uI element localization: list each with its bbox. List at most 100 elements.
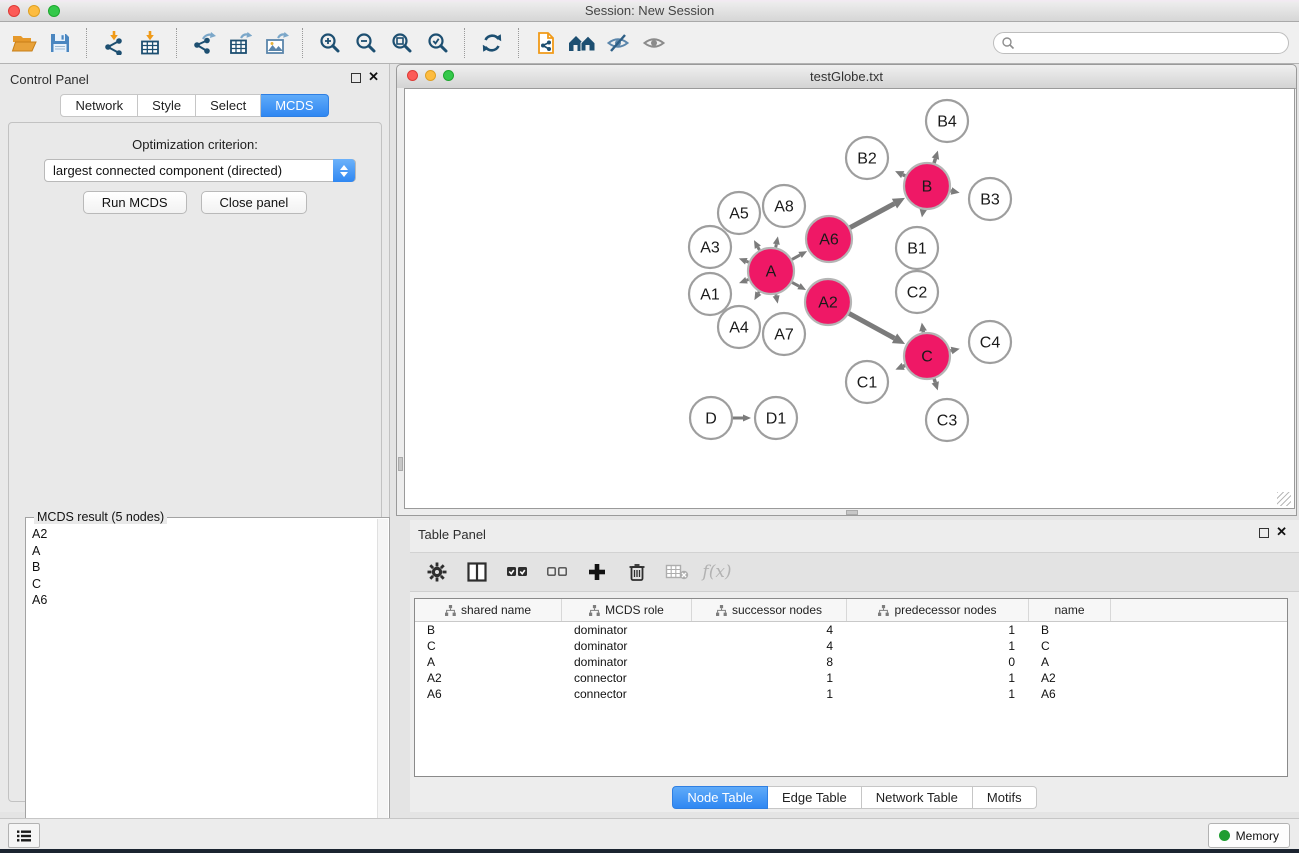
edge-A6-B[interactable] <box>850 204 894 228</box>
result-item[interactable]: A <box>27 543 377 560</box>
tab-network-table[interactable]: Network Table <box>862 786 973 809</box>
close-panel-button[interactable]: Close panel <box>201 191 308 214</box>
tab-select[interactable]: Select <box>196 94 261 117</box>
node-A2[interactable]: A2 <box>805 279 851 325</box>
refresh-icon[interactable] <box>474 26 510 60</box>
table-row[interactable]: A2connector11A2 <box>415 670 1287 686</box>
zoom-selected-icon[interactable] <box>420 26 456 60</box>
node-C4[interactable]: C4 <box>969 321 1011 363</box>
edge-A-A5[interactable] <box>758 247 760 250</box>
result-item[interactable]: A6 <box>27 592 377 609</box>
result-item[interactable]: B <box>27 559 377 576</box>
network-horizontal-scrollbar[interactable] <box>404 509 1295 515</box>
float-table-panel-icon[interactable] <box>1259 528 1269 538</box>
zoom-fit-icon[interactable] <box>384 26 420 60</box>
table-row[interactable]: Bdominator41B <box>415 622 1287 638</box>
memory-button[interactable]: Memory <box>1208 823 1290 848</box>
network-window-titlebar[interactable]: testGlobe.txt <box>397 65 1296 89</box>
gear-icon[interactable] <box>424 559 450 585</box>
column-header-MCDS-role[interactable]: MCDS role <box>562 599 692 621</box>
optimization-select[interactable]: largest connected component (directed) <box>44 159 356 182</box>
home-icon[interactable] <box>564 26 600 60</box>
export-table-icon[interactable] <box>222 26 258 60</box>
open-folder-icon[interactable] <box>6 26 42 60</box>
column-header-successor-nodes[interactable]: successor nodes <box>692 599 847 621</box>
node-A[interactable]: A <box>748 248 794 294</box>
edge-A-A2[interactable] <box>792 282 799 286</box>
show-panel-icon[interactable] <box>636 26 672 60</box>
result-item[interactable]: A2 <box>27 526 377 543</box>
add-column-icon[interactable] <box>584 559 610 585</box>
node-B3[interactable]: B3 <box>969 178 1011 220</box>
edge-A-A4[interactable] <box>758 292 759 293</box>
zoom-in-icon[interactable] <box>312 26 348 60</box>
column-header-shared-name[interactable]: shared name <box>415 599 562 621</box>
edge-A-A8[interactable] <box>776 244 777 247</box>
network-vertical-scrollbar[interactable] <box>397 88 404 509</box>
run-mcds-button[interactable]: Run MCDS <box>83 191 187 214</box>
node-B[interactable]: B <box>904 163 950 209</box>
task-history-button[interactable] <box>8 823 40 848</box>
column-header-predecessor-nodes[interactable]: predecessor nodes <box>847 599 1029 621</box>
tab-style[interactable]: Style <box>138 94 196 117</box>
show-columns-icon[interactable] <box>504 559 530 585</box>
node-B4[interactable]: B4 <box>926 100 968 142</box>
table-cell: 4 <box>692 638 847 654</box>
table-row[interactable]: A6connector11A6 <box>415 686 1287 702</box>
edge-A-A6[interactable] <box>792 255 800 259</box>
node-C[interactable]: C <box>904 333 950 379</box>
node-A1[interactable]: A1 <box>689 273 731 315</box>
resize-grip[interactable] <box>1277 492 1291 506</box>
tab-network[interactable]: Network <box>60 94 138 117</box>
edge-B-B4[interactable] <box>934 159 935 163</box>
columns-icon[interactable] <box>464 559 490 585</box>
result-scrollbar[interactable] <box>377 519 388 852</box>
import-table-icon[interactable] <box>132 26 168 60</box>
column-header-name[interactable]: name <box>1029 599 1111 621</box>
node-D1[interactable]: D1 <box>755 397 797 439</box>
zoom-out-icon[interactable] <box>348 26 384 60</box>
table-row[interactable]: Cdominator41C <box>415 638 1287 654</box>
node-table: shared nameMCDS rolesuccessor nodesprede… <box>414 598 1288 777</box>
node-D[interactable]: D <box>690 397 732 439</box>
tab-motifs[interactable]: Motifs <box>973 786 1037 809</box>
save-icon[interactable] <box>42 26 78 60</box>
float-panel-icon[interactable] <box>351 73 361 83</box>
new-network-icon[interactable] <box>528 26 564 60</box>
edge-A2-C[interactable] <box>849 313 894 338</box>
search-icon <box>1001 36 1015 50</box>
hide-panel-icon[interactable] <box>600 26 636 60</box>
node-A8[interactable]: A8 <box>763 185 805 227</box>
tab-edge-table[interactable]: Edge Table <box>768 786 862 809</box>
node-B2[interactable]: B2 <box>846 137 888 179</box>
delete-column-icon[interactable] <box>624 559 650 585</box>
node-A7[interactable]: A7 <box>763 313 805 355</box>
node-C2[interactable]: C2 <box>896 271 938 313</box>
node-A6[interactable]: A6 <box>806 216 852 262</box>
import-network-icon[interactable] <box>96 26 132 60</box>
hierarchy-icon <box>716 605 727 616</box>
node-A5[interactable]: A5 <box>718 192 760 234</box>
tab-mcds[interactable]: MCDS <box>261 94 328 117</box>
node-A4[interactable]: A4 <box>718 306 760 348</box>
node-C3[interactable]: C3 <box>926 399 968 441</box>
edge-A-A3[interactable] <box>746 261 748 262</box>
node-A3[interactable]: A3 <box>689 226 731 268</box>
close-panel-icon[interactable]: ✕ <box>368 69 379 85</box>
table-row[interactable]: Adominator80A <box>415 654 1287 670</box>
edge-C-C1[interactable] <box>903 366 905 367</box>
edge-C-C3[interactable] <box>934 379 935 382</box>
result-item[interactable]: C <box>27 576 377 593</box>
node-C1[interactable]: C1 <box>846 361 888 403</box>
close-table-panel-icon[interactable]: ✕ <box>1276 524 1287 540</box>
optimization-selected-value: largest connected component (directed) <box>53 163 282 178</box>
export-image-icon[interactable] <box>258 26 294 60</box>
export-network-icon[interactable] <box>186 26 222 60</box>
hide-columns-icon[interactable] <box>544 559 570 585</box>
network-canvas[interactable]: A A1 A2 A3 A4 A5 A6 A7 A8 B B1 B2 B3B4 C C1 C2 C3C4 D D1 <box>404 88 1295 509</box>
search-input[interactable] <box>993 32 1289 54</box>
edge-A-A1[interactable] <box>746 279 748 280</box>
tab-node-table[interactable]: Node Table <box>672 786 768 809</box>
node-B1[interactable]: B1 <box>896 227 938 269</box>
edge-B-B2[interactable] <box>903 175 906 176</box>
